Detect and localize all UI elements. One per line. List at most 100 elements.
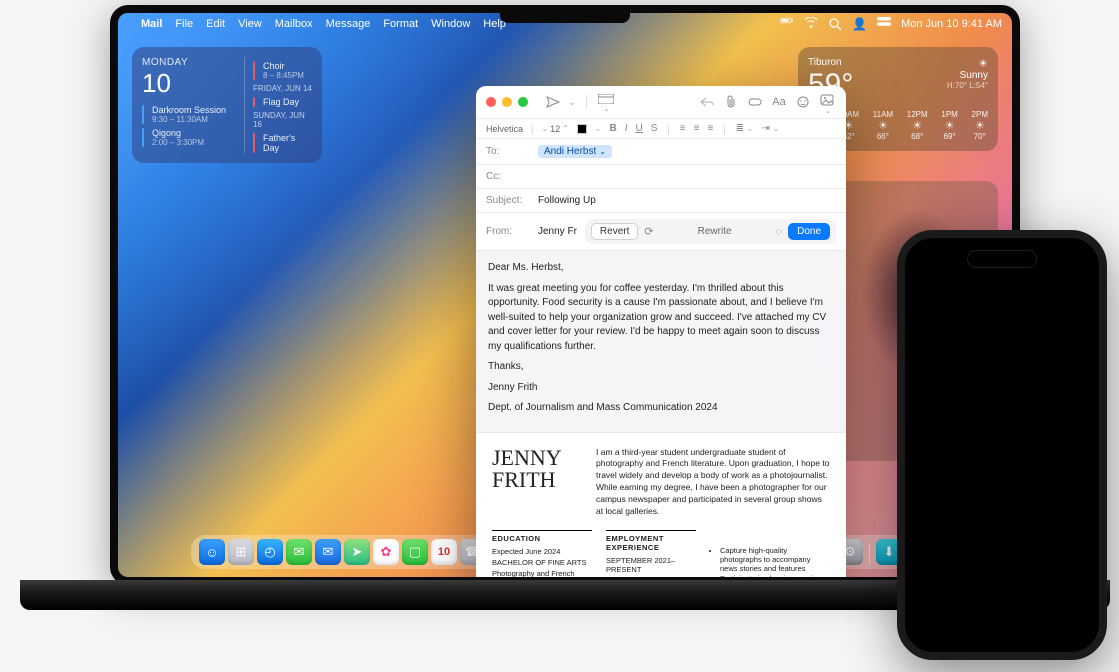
minimize-button[interactable] <box>502 97 512 107</box>
cv-emp-line: Photographer <box>606 576 696 577</box>
indent-icon[interactable]: ⇥ ⌄ <box>762 123 780 134</box>
cv-emp-bullet: Participate in planning sessions with ed… <box>720 574 830 577</box>
cv-first-name: JENNY <box>492 447 582 469</box>
desktop-screen: Mail File Edit View Mailbox Message Form… <box>118 13 1012 577</box>
reminder-title: Choir <box>263 61 304 71</box>
calendar-widget[interactable]: MONDAY 10 Darkroom Session9:30 – 11:30AM… <box>132 47 322 163</box>
weather-hour: 1PM☀︎69° <box>941 110 957 141</box>
align-center-icon[interactable]: ≡ <box>694 123 700 134</box>
reminder-title: Father's Day <box>263 133 312 153</box>
italic-button[interactable]: I <box>625 123 628 134</box>
dynamic-island <box>967 250 1037 268</box>
subject-row[interactable]: Subject: Following Up <box>476 189 846 213</box>
dock-separator <box>869 543 870 565</box>
cv-edu-line: BACHELOR OF FINE ARTS <box>492 558 592 567</box>
cv-last-name: FRITH <box>492 469 582 491</box>
list-icon[interactable]: ≣ ⌄ <box>736 123 754 134</box>
calendar-event-time: 9:30 – 11:30AM <box>152 115 226 124</box>
app-name[interactable]: Mail <box>141 18 162 30</box>
strike-button[interactable]: S <box>651 123 658 134</box>
menu-edit[interactable]: Edit <box>206 18 225 30</box>
cc-row[interactable]: Cc: <box>476 165 846 189</box>
account-icon[interactable]: 👤 <box>852 17 867 31</box>
underline-button[interactable]: U <box>636 123 643 134</box>
battery-icon[interactable] <box>780 17 794 31</box>
photo-picker-icon[interactable]: ⌄ <box>818 94 836 110</box>
cv-emp-line: SEPTEMBER 2021–PRESENT <box>606 556 696 574</box>
cv-attachment[interactable]: JENNY FRITH I am a third-year student un… <box>476 432 846 578</box>
dock-icon-maps[interactable]: ➤ <box>344 539 370 565</box>
chevron-down-icon[interactable]: ⌄ <box>568 97 576 108</box>
calendar-day-number: 10 <box>142 68 226 99</box>
format-bar: Helvetica | ⌄12⌃ ⌄ B I U S | ≡ ≡ ≡ | ≣ ⌄… <box>476 119 846 139</box>
align-left-icon[interactable]: ≡ <box>680 123 686 134</box>
control-center-icon[interactable] <box>877 17 891 31</box>
menu-view[interactable]: View <box>238 18 262 30</box>
dock-icon-launchpad[interactable]: ⊞ <box>228 539 254 565</box>
dock-icon-photos[interactable]: ✿ <box>373 539 399 565</box>
dock-icon-finder[interactable]: ☺ <box>199 539 225 565</box>
sparkle-icon[interactable]: ⟳ <box>644 225 653 238</box>
close-button[interactable] <box>486 97 496 107</box>
display-notch <box>500 5 630 23</box>
cv-edu-line: Photography and French Literature <box>492 569 592 577</box>
calendar-event: Darkroom Session <box>152 105 226 115</box>
calendar-day-label: MONDAY <box>142 57 226 68</box>
dock-icon-facetime[interactable]: ▢ <box>402 539 428 565</box>
spotlight-icon[interactable] <box>828 17 842 31</box>
font-select[interactable]: Helvetica <box>486 124 523 134</box>
from-row: From: Jenny Fr Revert ⟳ Rewrite ◌ Done <box>476 213 846 251</box>
recipient-token[interactable]: Andi Herbst⌄ <box>538 145 612 158</box>
mail-compose-window: ⌄ ⌄ Aa ⌄ Helvetica | <box>476 86 846 577</box>
subject-label: Subject: <box>486 195 530 206</box>
link-icon[interactable] <box>746 94 764 110</box>
refresh-icon[interactable]: ◌ <box>776 226 783 238</box>
menu-file[interactable]: File <box>175 18 193 30</box>
from-label: From: <box>486 226 530 237</box>
weather-hour: 11AM☀︎66° <box>873 110 893 141</box>
dock-icon-messages[interactable]: ✉ <box>286 539 312 565</box>
reminder-title: Flag Day <box>263 97 299 107</box>
reminder-sub: 8 – 8:45PM <box>263 71 304 80</box>
font-size-stepper[interactable]: ⌄12⌃ <box>541 124 568 134</box>
rewrite-label: Rewrite <box>660 226 770 237</box>
window-titlebar[interactable]: ⌄ ⌄ Aa ⌄ <box>476 86 846 119</box>
menu-message[interactable]: Message <box>326 18 371 30</box>
format-button[interactable]: Aa <box>770 94 788 110</box>
menubar-clock[interactable]: Mon Jun 10 9:41 AM <box>901 18 1002 30</box>
cv-employment-heading: EMPLOYMENT EXPERIENCE <box>606 530 696 552</box>
send-icon[interactable] <box>544 94 562 110</box>
menu-format[interactable]: Format <box>383 18 418 30</box>
color-swatch[interactable] <box>577 124 587 134</box>
zoom-button[interactable] <box>518 97 528 107</box>
weather-hilo: H:70° L:54° <box>947 81 988 90</box>
attach-icon[interactable] <box>722 94 740 110</box>
body-thanks: Thanks, <box>488 360 834 375</box>
dock-icon-calendar[interactable]: 10 <box>431 539 457 565</box>
from-value: Jenny Fr <box>538 226 577 237</box>
macbook-frame: Mail File Edit View Mailbox Message Form… <box>20 0 1040 650</box>
menu-mailbox[interactable]: Mailbox <box>275 18 313 30</box>
cv-education-heading: EDUCATION <box>492 530 592 543</box>
done-button[interactable]: Done <box>788 223 830 240</box>
reminder-date: SUNDAY, JUN 16 <box>253 111 312 129</box>
to-row: To: Andi Herbst⌄ <box>476 139 846 165</box>
body-name: Jenny Frith <box>488 381 834 396</box>
chevron-down-icon[interactable]: ⌄ <box>599 147 606 156</box>
cv-emp-bullet: Capture high-quality photographs to acco… <box>720 546 830 573</box>
recipient-name: Andi Herbst <box>544 146 596 157</box>
dock-icon-safari[interactable]: ◴ <box>257 539 283 565</box>
calendar-event: Qigong <box>152 128 204 138</box>
align-right-icon[interactable]: ≡ <box>707 123 713 134</box>
revert-button[interactable]: Revert <box>591 223 638 240</box>
emoji-icon[interactable] <box>794 94 812 110</box>
rewrite-popover: Revert ⟳ Rewrite ◌ Done <box>585 219 836 244</box>
header-layout-icon[interactable]: ⌄ <box>597 94 615 110</box>
message-body[interactable]: Dear Ms. Herbst, It was great meeting yo… <box>476 251 846 432</box>
reply-icon[interactable] <box>698 94 716 110</box>
menu-window[interactable]: Window <box>431 18 470 30</box>
subject-value[interactable]: Following Up <box>538 195 596 206</box>
wifi-icon[interactable] <box>804 17 818 31</box>
bold-button[interactable]: B <box>609 123 616 134</box>
dock-icon-mail[interactable]: ✉ <box>315 539 341 565</box>
